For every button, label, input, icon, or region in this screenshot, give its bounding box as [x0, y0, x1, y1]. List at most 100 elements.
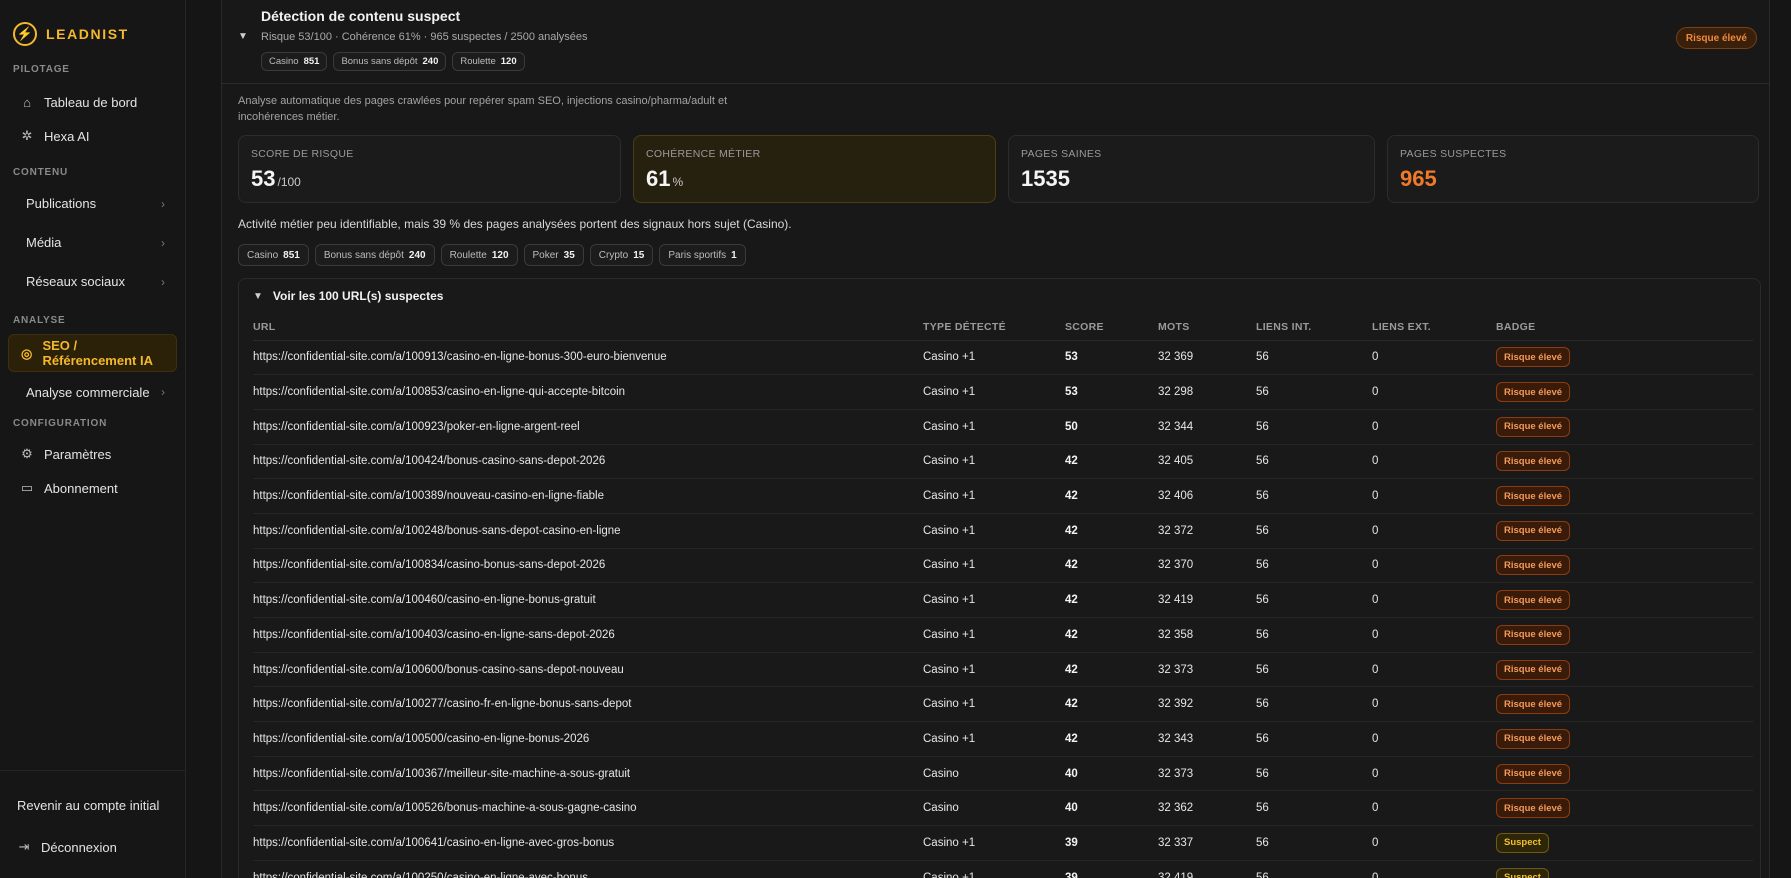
score-cell: 42	[1065, 652, 1158, 688]
sidebar-item-parametres[interactable]: ⚙ Paramètres	[8, 437, 177, 471]
badge-cell: Risque élevé	[1496, 513, 1753, 549]
sidebar-item-media[interactable]: Média ›	[8, 223, 177, 262]
chip-count: 240	[408, 249, 426, 261]
bolt-icon: ⚡	[13, 22, 37, 46]
status-badge: Risque élevé	[1496, 451, 1571, 472]
url-cell[interactable]: https://confidential-site.com/a/100913/c…	[253, 340, 923, 376]
table-row[interactable]: https://confidential-site.com/a/100923/p…	[253, 409, 1753, 445]
internal-links-cell: 56	[1256, 582, 1372, 618]
url-cell[interactable]: https://confidential-site.com/a/100403/c…	[253, 617, 923, 653]
words-cell: 32 369	[1158, 340, 1256, 376]
url-cell[interactable]: https://confidential-site.com/a/100641/c…	[253, 825, 923, 861]
words-cell: 32 370	[1158, 548, 1256, 584]
logo[interactable]: ⚡ LEADNIST	[0, 0, 185, 50]
badge-cell: Risque élevé	[1496, 409, 1753, 445]
keyword-chip: Roulette 120	[452, 52, 525, 71]
external-links-cell: 0	[1372, 860, 1496, 878]
col-liens-ext: LIENS EXT.	[1372, 315, 1496, 341]
url-cell[interactable]: https://confidential-site.com/a/100834/c…	[253, 548, 923, 584]
words-cell: 32 406	[1158, 478, 1256, 514]
back-to-account-link[interactable]: Revenir au compte initial	[0, 791, 185, 819]
sidebar-item-analyse-commerciale[interactable]: Analyse commerciale ›	[8, 372, 177, 412]
internal-links-cell: 56	[1256, 409, 1372, 445]
url-cell[interactable]: https://confidential-site.com/a/100526/b…	[253, 790, 923, 827]
url-cell[interactable]: https://confidential-site.com/a/100250/c…	[253, 860, 923, 878]
sidebar-item-reseaux[interactable]: Réseaux sociaux ›	[8, 262, 177, 301]
table-row[interactable]: https://confidential-site.com/a/100526/b…	[253, 790, 1753, 827]
col-type: TYPE DÉTECTÉ	[923, 315, 1065, 341]
url-cell[interactable]: https://confidential-site.com/a/100248/b…	[253, 513, 923, 549]
type-cell: Casino +1	[923, 409, 1065, 445]
url-cell[interactable]: https://confidential-site.com/a/100600/b…	[253, 652, 923, 688]
type-cell: Casino +1	[923, 340, 1065, 376]
url-cell[interactable]: https://confidential-site.com/a/100424/b…	[253, 444, 923, 480]
table-row[interactable]: https://confidential-site.com/a/100913/c…	[253, 340, 1753, 376]
score-cell: 42	[1065, 617, 1158, 653]
table-row[interactable]: https://confidential-site.com/a/100389/n…	[253, 478, 1753, 514]
table-row[interactable]: https://confidential-site.com/a/100250/c…	[253, 860, 1753, 878]
url-cell[interactable]: https://confidential-site.com/a/100500/c…	[253, 721, 923, 757]
external-links-cell: 0	[1372, 478, 1496, 514]
table-row[interactable]: https://confidential-site.com/a/100460/c…	[253, 582, 1753, 618]
table-row[interactable]: https://confidential-site.com/a/100641/c…	[253, 825, 1753, 861]
table-row[interactable]: https://confidential-site.com/a/100834/c…	[253, 548, 1753, 584]
url-cell[interactable]: https://confidential-site.com/a/100923/p…	[253, 409, 923, 445]
table-row[interactable]: https://confidential-site.com/a/100424/b…	[253, 444, 1753, 480]
sidebar-item-abonnement[interactable]: ▭ Abonnement	[8, 471, 177, 505]
status-badge: Risque élevé	[1496, 347, 1571, 368]
internal-links-cell: 56	[1256, 721, 1372, 757]
panel-header[interactable]: ▼ Détection de contenu suspect Risque 53…	[222, 0, 1769, 84]
card-value: 53 /100	[251, 166, 608, 192]
col-mots: MOTS	[1158, 315, 1256, 341]
type-cell: Casino	[923, 790, 1065, 827]
table-row[interactable]: https://confidential-site.com/a/100600/b…	[253, 652, 1753, 688]
suspect-urls-table: URL TYPE DÉTECTÉ SCORE MOTS LIENS INT. L…	[253, 315, 1753, 878]
suspect-urls-toggle-label: Voir les 100 URL(s) suspectes	[272, 289, 444, 303]
table-row[interactable]: https://confidential-site.com/a/100403/c…	[253, 617, 1753, 653]
table-row[interactable]: https://confidential-site.com/a/100367/m…	[253, 756, 1753, 792]
url-cell[interactable]: https://confidential-site.com/a/100389/n…	[253, 478, 923, 514]
suspect-urls-section: ▼ Voir les 100 URL(s) suspectes URL TYPE…	[238, 278, 1761, 878]
status-badge: Risque élevé	[1496, 763, 1571, 784]
table-row[interactable]: https://confidential-site.com/a/100500/c…	[253, 721, 1753, 757]
type-cell: Casino +1	[923, 513, 1065, 549]
chip-count: 851	[283, 249, 300, 261]
status-badge: Risque élevé	[1496, 624, 1571, 645]
external-links-cell: 0	[1372, 582, 1496, 618]
sidebar-item-publications[interactable]: Publications ›	[8, 184, 177, 223]
external-links-cell: 0	[1372, 617, 1496, 653]
card-label: PAGES SUSPECTES	[1400, 148, 1507, 160]
internal-links-cell: 56	[1256, 652, 1372, 688]
table-row[interactable]: https://confidential-site.com/a/100277/c…	[253, 686, 1753, 723]
url-cell[interactable]: https://confidential-site.com/a/100460/c…	[253, 582, 923, 618]
collapse-arrow-icon[interactable]: ▼	[238, 31, 248, 42]
url-cell[interactable]: https://confidential-site.com/a/100277/c…	[253, 686, 923, 723]
suspect-pages-value: 965	[1400, 166, 1437, 191]
suspect-urls-toggle[interactable]: ▼ Voir les 100 URL(s) suspectes	[253, 289, 443, 303]
sidebar-item-label: Hexa AI	[44, 128, 90, 144]
table-row[interactable]: https://confidential-site.com/a/100248/b…	[253, 513, 1753, 549]
sidebar-item-seo[interactable]: ◎ SEO / Référencement IA	[8, 334, 177, 372]
external-links-cell: 0	[1372, 444, 1496, 480]
words-cell: 32 343	[1158, 721, 1256, 757]
status-badge: Risque élevé	[1496, 486, 1571, 507]
url-cell[interactable]: https://confidential-site.com/a/100367/m…	[253, 756, 923, 792]
words-cell: 32 298	[1158, 374, 1256, 410]
status-badge: Risque élevé	[1496, 798, 1571, 819]
external-links-cell: 0	[1372, 652, 1496, 688]
score-cell: 50	[1065, 409, 1158, 445]
type-cell: Casino +1	[923, 548, 1065, 584]
table-row[interactable]: https://confidential-site.com/a/100853/c…	[253, 374, 1753, 410]
url-cell[interactable]: https://confidential-site.com/a/100853/c…	[253, 374, 923, 410]
sidebar-item-dashboard[interactable]: ⌂ Tableau de bord	[8, 85, 177, 119]
status-badge: Risque élevé	[1496, 416, 1571, 437]
status-badge: Risque élevé	[1496, 694, 1571, 715]
words-cell: 32 372	[1158, 513, 1256, 549]
sidebar-item-hexa[interactable]: ✲ Hexa AI	[8, 119, 177, 153]
logout-button[interactable]: ⇥ Déconnexion	[5, 830, 180, 864]
badge-cell: Risque élevé	[1496, 686, 1753, 723]
col-badge: BADGE	[1496, 315, 1753, 341]
external-links-cell: 0	[1372, 409, 1496, 445]
stat-cards: SCORE DE RISQUE 53 /100 COHÉRENCE MÉTIER…	[238, 135, 1759, 203]
suspect-content-panel: ▼ Détection de contenu suspect Risque 53…	[221, 0, 1770, 878]
